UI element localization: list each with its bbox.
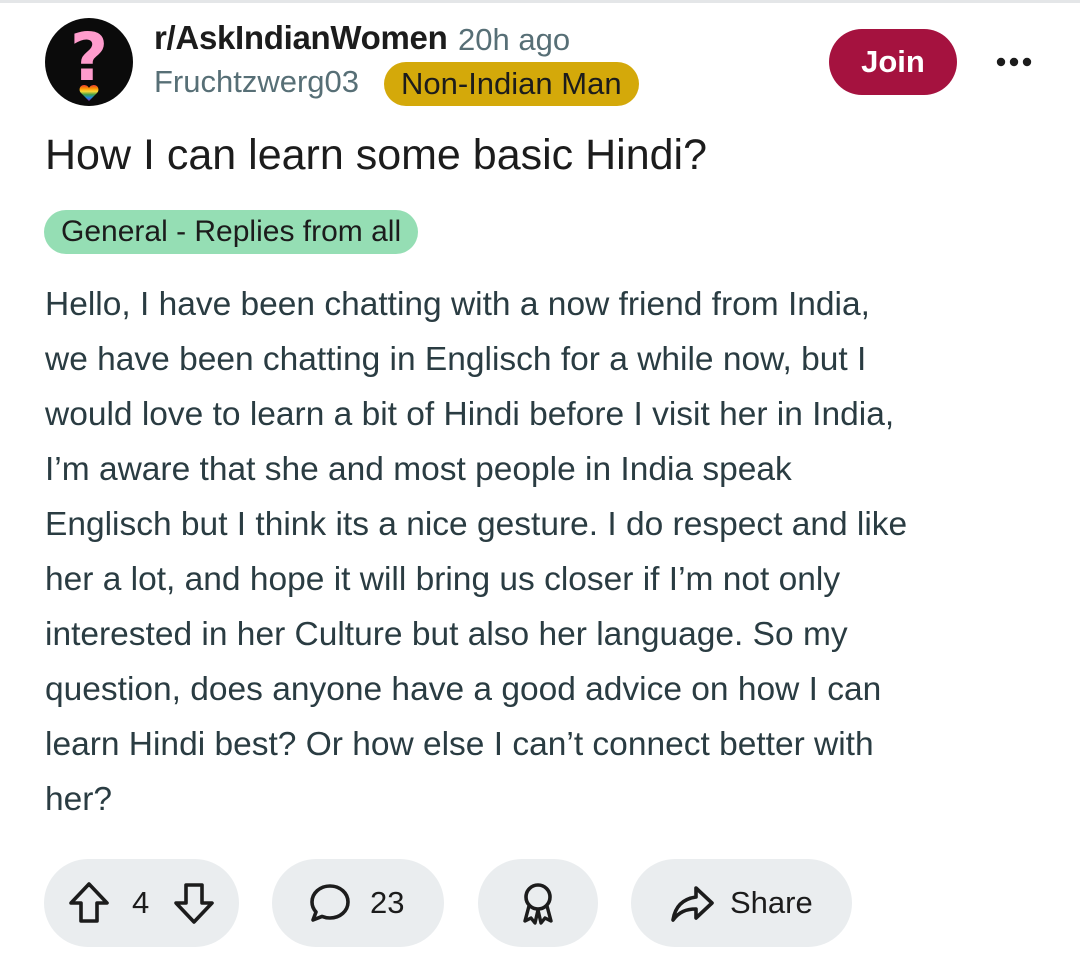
body-line: Englisch but I think its a nice gesture.… bbox=[45, 506, 908, 543]
post-title[interactable]: How I can learn some basic Hindi? bbox=[45, 128, 707, 182]
post-body: Hello, I have been chatting with a now f… bbox=[45, 277, 1045, 827]
subreddit-name[interactable]: r/AskIndianWomen bbox=[154, 18, 448, 58]
body-line: her? bbox=[45, 781, 113, 818]
vote-count: 4 bbox=[132, 885, 150, 920]
body-line: interested in her Culture but also her l… bbox=[45, 616, 848, 653]
body-line: I’m aware that she and most people in In… bbox=[45, 451, 792, 488]
share-button[interactable]: Share bbox=[631, 859, 852, 947]
award-button[interactable] bbox=[478, 859, 598, 947]
arrow-up-icon[interactable] bbox=[66, 879, 112, 927]
user-flair-badge: Non-Indian Man bbox=[384, 62, 639, 106]
share-label: Share bbox=[730, 885, 813, 920]
post-flair-badge[interactable]: General - Replies from all bbox=[44, 210, 419, 254]
share-arrow-icon bbox=[671, 886, 714, 922]
body-line: learn Hindi best? Or how else I can’t co… bbox=[45, 726, 874, 763]
body-line: Hello, I have been chatting with a now f… bbox=[45, 286, 870, 323]
body-line: we have been chatting in Englisch for a … bbox=[45, 341, 867, 378]
rainbow-heart-icon bbox=[79, 85, 99, 101]
body-line: question, does anyone have a good advice… bbox=[45, 671, 882, 708]
more-dots-icon[interactable] bbox=[988, 44, 1040, 80]
comment-count: 23 bbox=[370, 885, 405, 920]
vote-bar: 4 bbox=[44, 859, 239, 947]
award-ribbon-icon bbox=[523, 883, 553, 925]
body-line: her a lot, and hope it will bring us clo… bbox=[45, 561, 841, 598]
body-line: would love to learn a bit of Hindi befor… bbox=[45, 396, 895, 433]
post-timestamp: 20h ago bbox=[458, 22, 571, 57]
speech-bubble-icon bbox=[310, 884, 350, 922]
author-name[interactable]: Fruchtzwerg03 bbox=[154, 62, 359, 102]
post-card: ? r/AskIndianWomen 20h ago Fruchtzwerg03… bbox=[0, 0, 1080, 972]
arrow-down-icon[interactable] bbox=[171, 879, 217, 927]
join-button[interactable]: Join bbox=[829, 29, 957, 95]
comments-button[interactable]: 23 bbox=[272, 859, 444, 947]
subreddit-avatar[interactable]: ? bbox=[45, 18, 133, 106]
